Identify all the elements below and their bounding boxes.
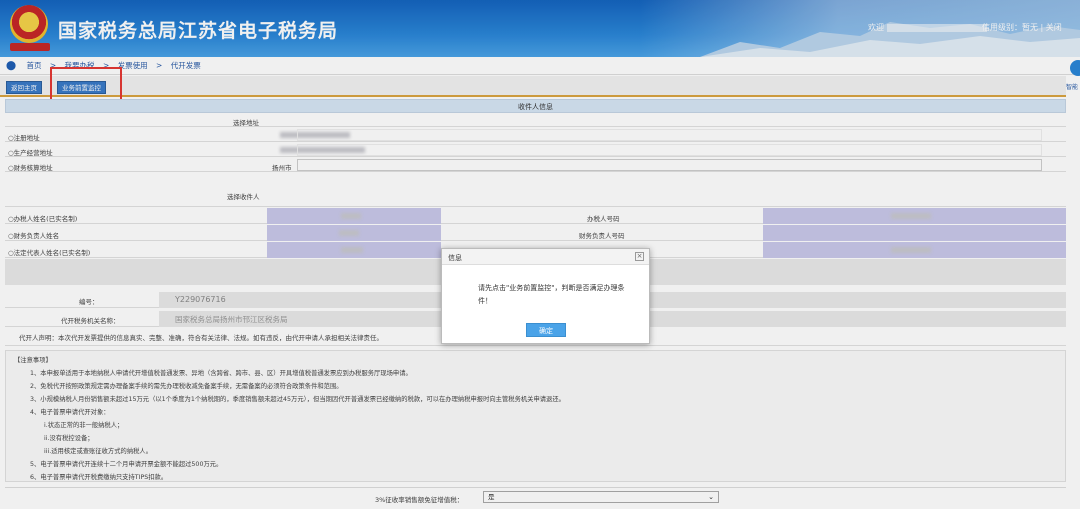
section-title: 收件人信息 <box>5 99 1066 113</box>
location-pin-icon: ⬤ <box>6 61 17 71</box>
masked-value <box>339 230 359 236</box>
office-value: 国家税务总局扬州市邗江区税务局 <box>175 315 288 324</box>
masked-username <box>886 23 987 32</box>
crumb-home[interactable]: 首页 <box>26 61 41 70</box>
finance-head-phone-cell <box>763 225 1066 241</box>
radio-legal-rep[interactable]: ○法定代表人姓名(已实名制) <box>8 247 90 257</box>
credit-area: 信用级别：暂无 | 关闭 <box>982 22 1062 33</box>
exemption-row: 3%征收率销售额免征增值税： 是 ⌄ <box>5 487 1066 507</box>
note-line: 5、电子普票申请代开连续十二个月申请开票金额不能超过500万元。 <box>30 461 223 468</box>
note-line: ii.没有税控设备； <box>44 435 94 442</box>
notes-panel: 【注意事项】 1、本申报单适用于本地纳税人申请代开增值税普通发票、异地（含跨省、… <box>5 350 1066 482</box>
radio-finance-head[interactable]: ○财务负责人姓名 <box>8 230 59 240</box>
site-title: 国家税务总局江苏省电子税务局 <box>58 20 339 42</box>
tax-emblem-logo <box>10 5 48 43</box>
recipient-row-tax-agent[interactable]: ○办税人姓名(已实名制) 办税人号码 <box>5 208 1066 224</box>
masked-value <box>341 247 363 253</box>
city-value: 扬州市 <box>272 164 292 172</box>
note-line: iii.适用核定或查账征收方式的纳税人。 <box>44 448 153 455</box>
number-value: Y229076716 <box>175 295 226 304</box>
site-header: 国家税务总局江苏省电子税务局 欢迎 信用级别：暂无 | 关闭 <box>0 0 1080 57</box>
finance-address-field[interactable] <box>297 159 1042 171</box>
operating-address-field[interactable] <box>297 144 1042 156</box>
chevron-down-icon: ⌄ <box>708 493 714 501</box>
recipient-row-finance-head[interactable]: ○财务负责人姓名 财务负责人号码 <box>5 225 1066 241</box>
welcome-text: 欢迎 <box>868 22 987 33</box>
note-line: 1、本申报单适用于本地纳税人申请代开增值税普通发票、异地（含跨省、跨市、县、区）… <box>30 370 412 377</box>
welcome-label: 欢迎 <box>868 23 884 32</box>
select-address-row: 选择地址 <box>5 114 1066 127</box>
exemption-select[interactable]: 是 ⌄ <box>483 491 719 503</box>
note-line: i.状态正常的非一般纳税人； <box>44 422 124 429</box>
note-line: 4、电子普票申请代开对象： <box>30 409 110 416</box>
separator: | <box>1040 23 1044 32</box>
declaration-text: 代开人声明：本次代开发票提供的信息真实、完整、准确，符合有关法律、法规。如有违反… <box>19 334 383 342</box>
number-label: 编号： <box>79 298 99 306</box>
great-wall-mountains-image <box>700 22 1080 57</box>
dialog-message: 请先点击"业务前置监控"，判断是否满足办理条件！ <box>478 284 625 305</box>
note-line: 2、免税代开按照政策规定需办理备案手续的需先办理税收减免备案手续，无需备案的必须… <box>30 383 343 390</box>
note-line: 3、小规模纳税人月份销售额未超过15万元（以1个季度为1个纳税期的，季度销售额未… <box>30 396 565 403</box>
help-label: 智能 <box>1066 84 1079 91</box>
address-row-finance[interactable]: ○财务核算地址 扬州市 <box>5 158 1066 172</box>
crumb-sep: > <box>156 61 163 70</box>
confirm-button[interactable]: 确定 <box>526 323 566 337</box>
finance-head-phone-label: 财务负责人号码 <box>579 232 625 240</box>
office-label: 代开税务机关名称： <box>61 317 120 325</box>
info-dialog: 信息 × 请先点击"业务前置监控"，判断是否满足办理条件！ 确定 <box>441 248 650 344</box>
toolbar: 返回主页 业务前置监控 <box>0 76 1066 97</box>
smart-help-widget[interactable]: 智能 <box>1066 58 1080 91</box>
select-recipient-label: 选择收件人 <box>227 193 260 201</box>
select-recipient-row: 选择收件人 <box>5 193 1066 207</box>
radio-finance-address[interactable]: ○财务核算地址 <box>8 162 53 172</box>
address-row-operating[interactable]: ○生产经营地址 <box>5 143 1066 157</box>
close-icon[interactable]: × <box>635 252 644 261</box>
back-home-button[interactable]: 返回主页 <box>6 81 42 94</box>
note-line: 6、电子普票申请代开税费缴纳只支持TIPS扣款。 <box>30 474 168 481</box>
dialog-title: 信息 <box>448 254 462 262</box>
radio-registered-address[interactable]: ○注册地址 <box>8 132 40 142</box>
crumb-issue-invoice: 代开发票 <box>170 61 201 70</box>
address-row-registered[interactable]: ○注册地址 <box>5 128 1066 142</box>
registered-address-field[interactable] <box>297 129 1042 141</box>
dialog-header: 信息 × <box>442 249 649 265</box>
emblem-motto-logo <box>10 43 50 51</box>
radio-operating-address[interactable]: ○生产经营地址 <box>8 147 53 157</box>
masked-value <box>341 213 361 219</box>
exemption-label: 3%征收率销售额免征增值税： <box>375 496 464 504</box>
tax-agent-phone-label: 办税人号码 <box>587 215 620 223</box>
close-link[interactable]: 关闭 <box>1046 23 1062 32</box>
masked-value <box>891 213 931 219</box>
breadcrumb-bar: ⬤ 首页 > 我要办税 > 发票使用 > 代开发票 <box>0 57 1080 75</box>
select-address-label: 选择地址 <box>233 119 259 127</box>
robot-assistant-icon[interactable] <box>1070 60 1080 76</box>
notes-title: 【注意事项】 <box>14 357 52 364</box>
crumb-invoice-use[interactable]: 发票使用 <box>118 61 148 70</box>
credit-level: 信用级别：暂无 <box>982 23 1038 32</box>
exemption-select-value: 是 <box>488 493 495 501</box>
masked-value <box>891 247 931 253</box>
radio-tax-agent[interactable]: ○办税人姓名(已实名制) <box>8 213 77 223</box>
